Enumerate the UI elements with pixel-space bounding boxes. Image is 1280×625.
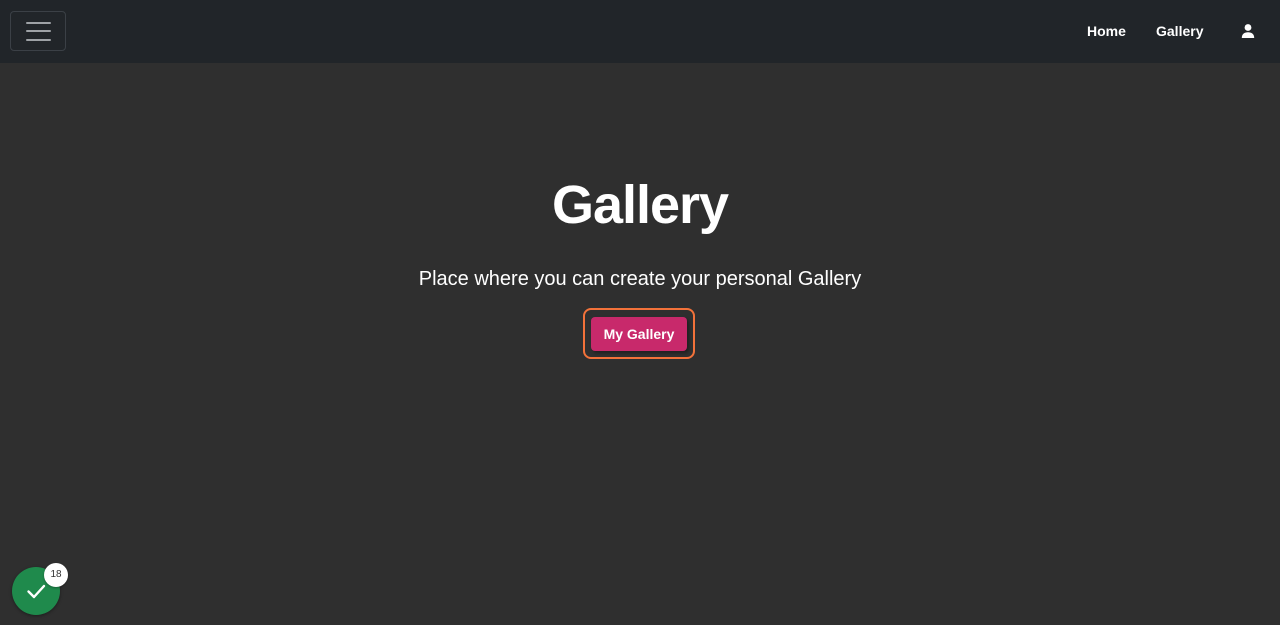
- hamburger-menu-icon-bar: [26, 30, 51, 32]
- top-navbar: Home Gallery: [0, 0, 1280, 63]
- hamburger-menu-button[interactable]: [10, 11, 66, 51]
- user-icon[interactable]: [1240, 23, 1256, 39]
- hamburger-menu-icon-bar: [26, 39, 51, 41]
- page-subtitle: Place where you can create your personal…: [418, 268, 862, 290]
- notification-count-badge: 18: [44, 563, 68, 587]
- my-gallery-button[interactable]: My Gallery: [591, 317, 687, 351]
- hamburger-menu-icon: [26, 22, 51, 24]
- nav-link-home[interactable]: Home: [1087, 22, 1126, 40]
- page-title: Gallery: [551, 175, 729, 235]
- nav-link-gallery[interactable]: Gallery: [1156, 22, 1203, 40]
- check-icon: [27, 584, 46, 599]
